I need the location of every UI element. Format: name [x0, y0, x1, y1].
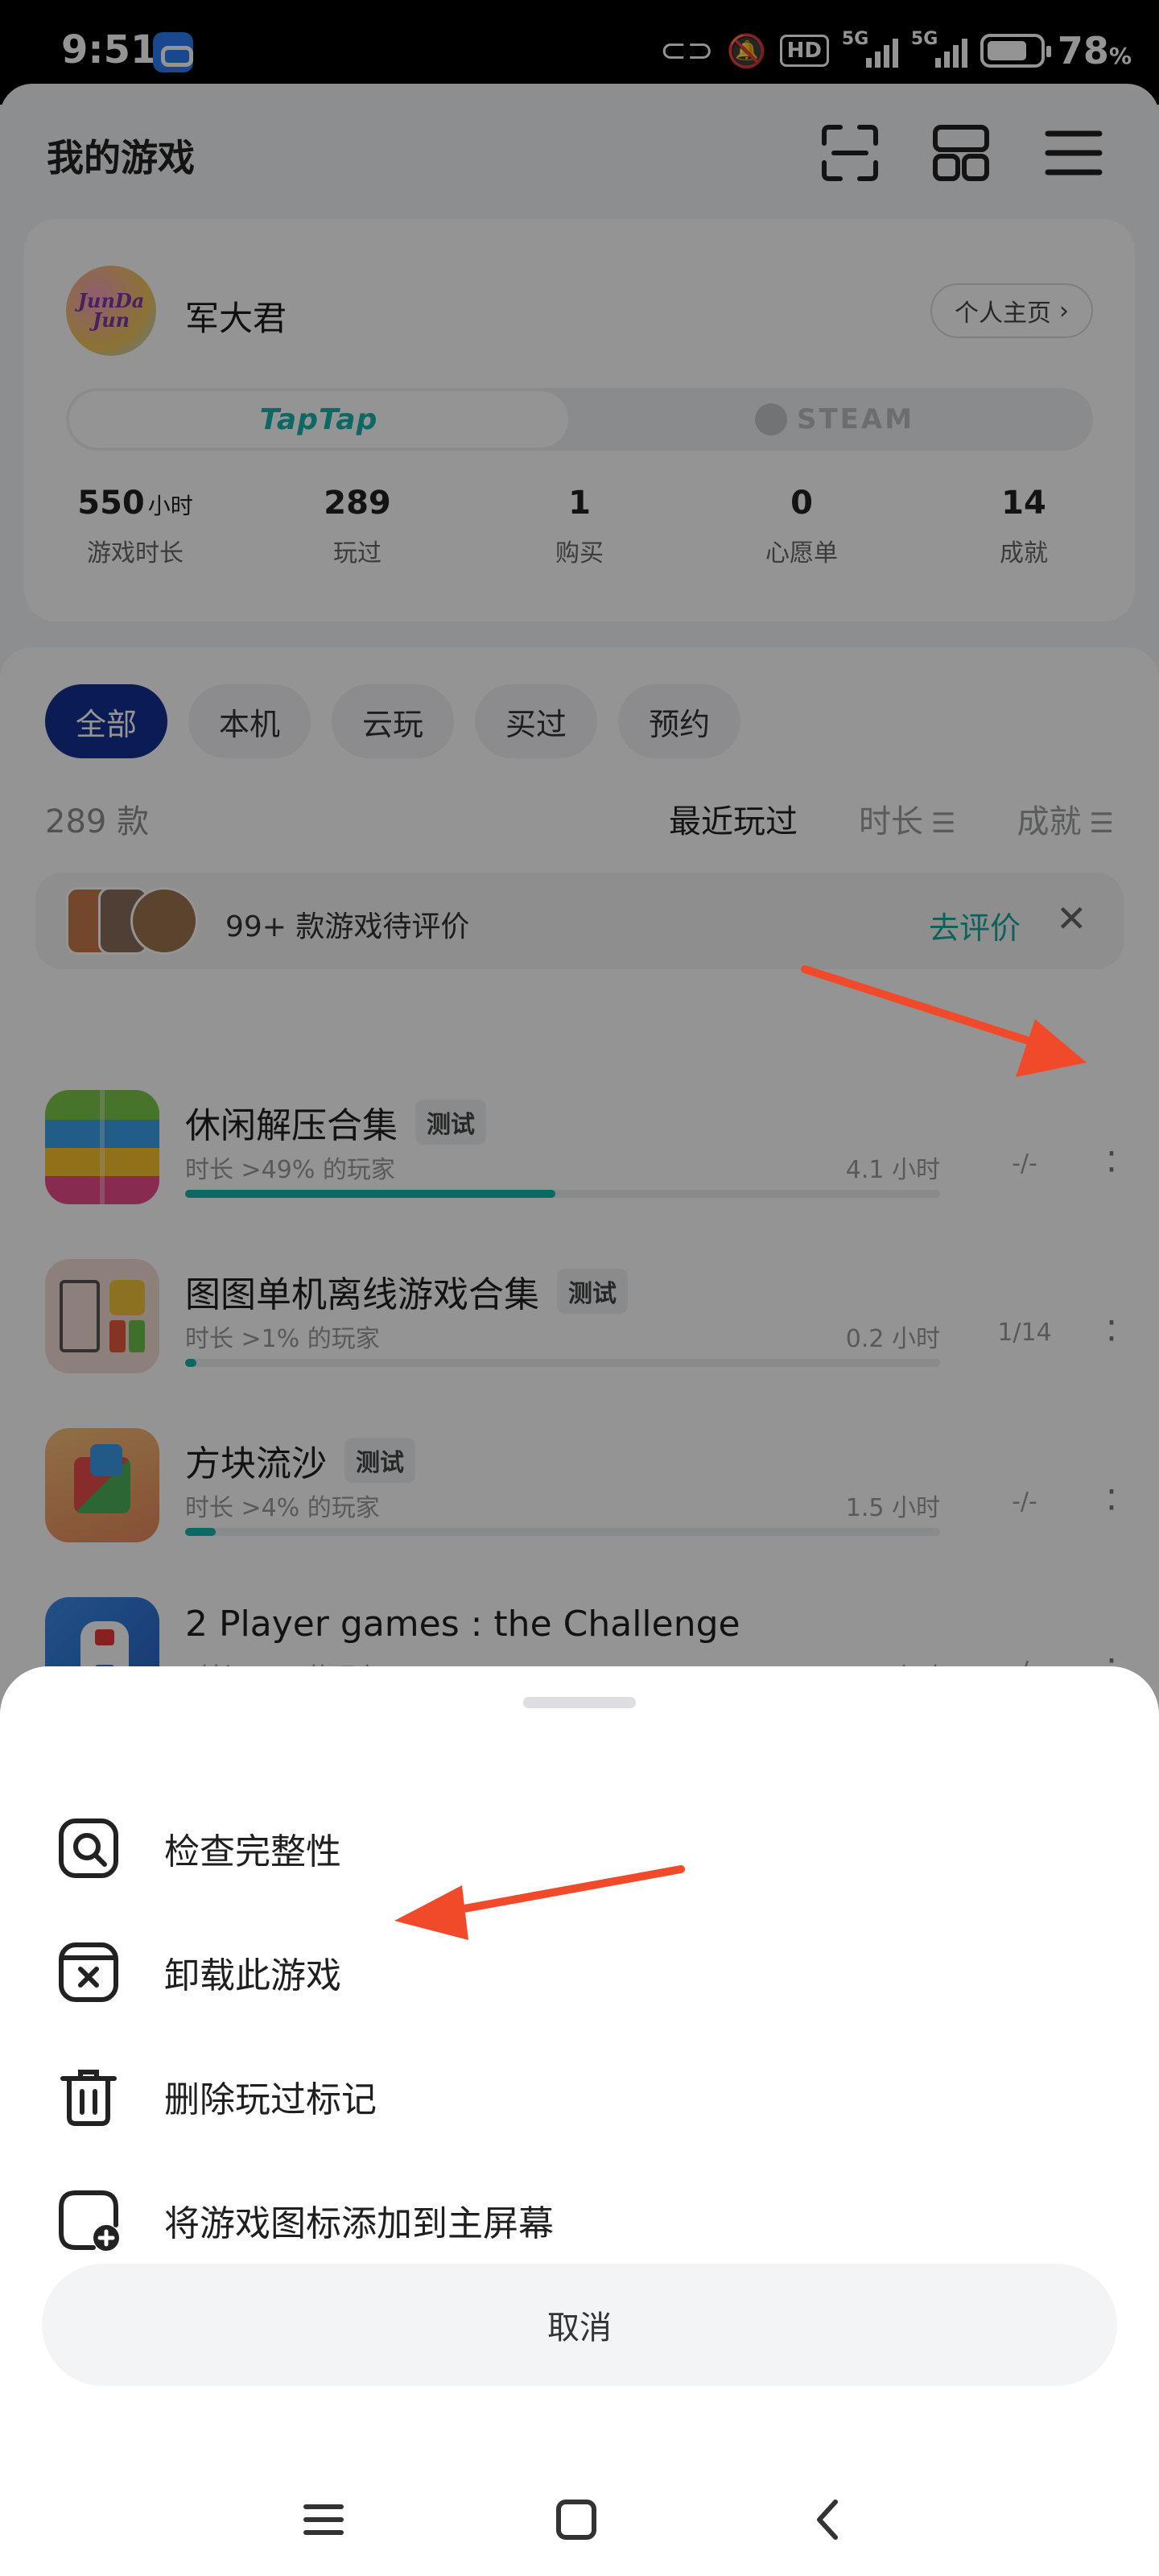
menu-item-delete-played[interactable]: 删除玩过标记 [56, 2048, 1103, 2145]
add-to-home-icon [59, 2190, 119, 2251]
menu-item-uninstall[interactable]: 卸载此游戏 [56, 1924, 1103, 2021]
menu-label: 检查完整性 [164, 1831, 341, 1872]
menu-item-add-to-home[interactable]: 将游戏图标添加到主屏幕 [56, 2172, 1103, 2268]
menu-label: 将游戏图标添加到主屏幕 [164, 2203, 554, 2244]
recents-icon[interactable] [291, 2487, 356, 2552]
back-icon[interactable] [797, 2487, 861, 2552]
system-nav-bar [0, 2479, 1159, 2560]
menu-item-check-integrity[interactable]: 检查完整性 [56, 1800, 1103, 1897]
integrity-check-icon [59, 1818, 118, 1878]
menu-label: 删除玩过标记 [164, 2079, 377, 2120]
menu-label: 卸载此游戏 [164, 1955, 341, 1996]
trash-icon [60, 2070, 117, 2126]
cancel-button[interactable]: 取消 [42, 2264, 1117, 2386]
home-icon[interactable] [544, 2487, 608, 2552]
sheet-drag-handle[interactable] [523, 1697, 636, 1708]
game-options-sheet: 检查完整性 卸载此游戏 删除玩过标记 将游戏图标添加到主屏幕 取消 [0, 1666, 1159, 2576]
uninstall-icon [59, 1942, 118, 2002]
